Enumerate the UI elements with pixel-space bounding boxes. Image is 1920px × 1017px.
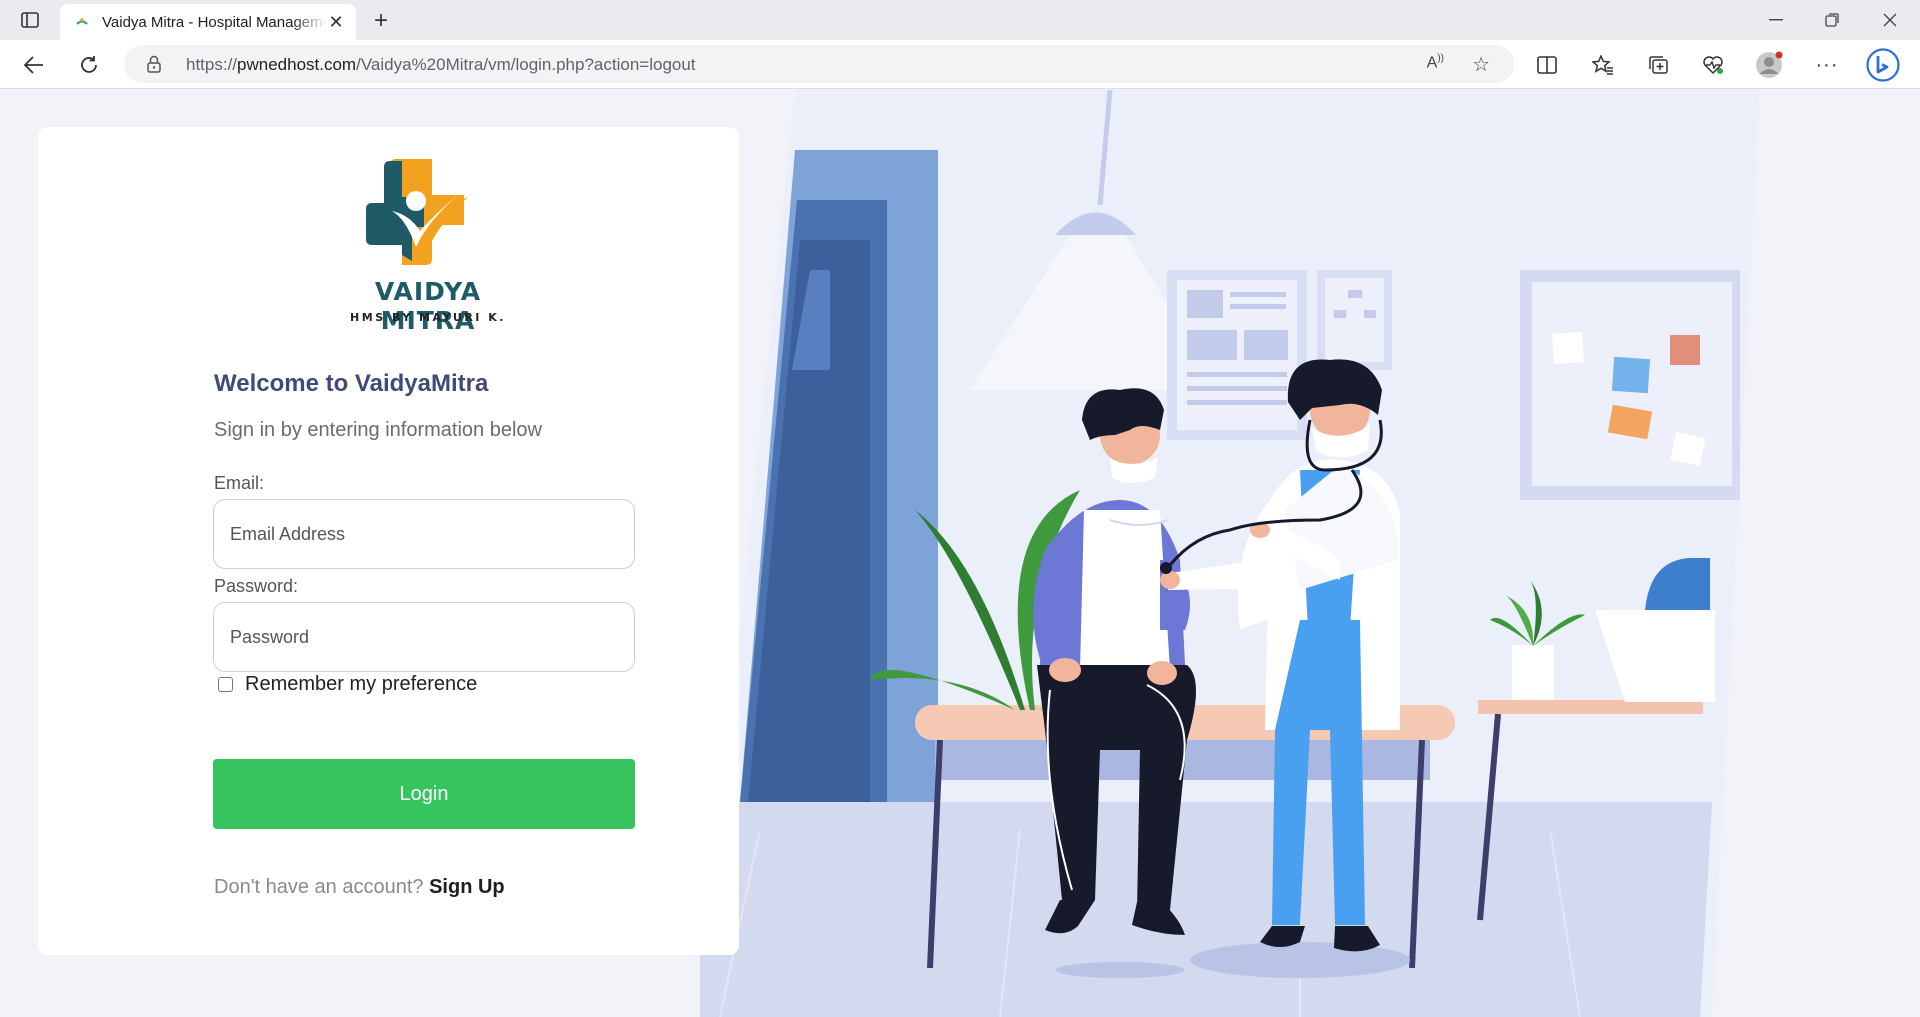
close-window-icon[interactable] <box>1862 0 1918 40</box>
more-icon[interactable]: ··· <box>1810 48 1844 82</box>
browser-tab-active[interactable]: Vaidya Mitra - Hospital Management Syste… <box>60 4 356 40</box>
signup-link[interactable]: Sign Up <box>429 876 505 898</box>
address-bar[interactable]: https://pwnedhost.com/Vaidya%20Mitra/vm/… <box>124 45 1514 83</box>
url-text[interactable]: https://pwnedhost.com/Vaidya%20Mitra/vm/… <box>186 55 696 75</box>
collections-icon[interactable] <box>1641 48 1675 82</box>
favicon-icon <box>74 14 90 30</box>
no-account-text: Don't have an account? <box>214 876 424 898</box>
welcome-heading: Welcome to VaidyaMitra <box>214 370 489 397</box>
plus-icon[interactable]: + <box>368 7 394 34</box>
brand-tagline: HMS BY MAYURI K. <box>350 311 506 324</box>
login-button[interactable]: Login <box>213 759 635 829</box>
restore-icon[interactable] <box>1804 0 1860 40</box>
lock-icon[interactable] <box>146 55 162 78</box>
health-icon[interactable] <box>1696 48 1730 82</box>
browser-toolbar: https://pwnedhost.com/Vaidya%20Mitra/vm/… <box>0 40 1920 89</box>
copilot-icon[interactable] <box>1866 48 1900 82</box>
password-field[interactable] <box>213 602 635 672</box>
email-field[interactable] <box>213 499 635 569</box>
logo-cross-icon <box>366 159 468 265</box>
remember-checkbox[interactable] <box>218 677 233 692</box>
profile-icon[interactable] <box>1752 48 1786 82</box>
star-icon[interactable]: ☆ <box>1472 52 1490 77</box>
vaidya-mitra-logo: VAIDYA MITRA HMS BY MAYURI K. <box>328 149 528 335</box>
back-icon[interactable] <box>17 48 51 82</box>
signin-subtitle: Sign in by entering information below <box>214 419 542 441</box>
email-label: Email: <box>214 473 265 493</box>
signup-prompt: Don't have an account? Sign Up <box>214 876 505 899</box>
login-card: VAIDYA MITRA HMS BY MAYURI K. Welcome to… <box>38 127 739 955</box>
tab-title: Vaidya Mitra - Hospital Management Syste… <box>102 13 326 31</box>
password-label: Password: <box>214 576 299 596</box>
browser-tab-bar: Vaidya Mitra - Hospital Management Syste… <box>0 0 1920 40</box>
favorites-icon[interactable] <box>1586 48 1620 82</box>
remember-preference[interactable]: Remember my preference <box>218 673 477 696</box>
doctor-patient-illustration <box>700 90 1760 1017</box>
read-aloud-icon[interactable]: A)) <box>1427 53 1444 72</box>
tab-actions-icon[interactable] <box>16 8 44 32</box>
refresh-icon[interactable] <box>72 48 106 82</box>
close-icon[interactable]: ✕ <box>326 12 346 32</box>
remember-label: Remember my preference <box>245 673 478 695</box>
page-content: VAIDYA MITRA HMS BY MAYURI K. Welcome to… <box>0 90 1920 1017</box>
split-screen-icon[interactable] <box>1530 48 1564 82</box>
minimize-icon[interactable] <box>1748 0 1804 40</box>
brand-name: VAIDYA MITRA <box>374 277 482 335</box>
